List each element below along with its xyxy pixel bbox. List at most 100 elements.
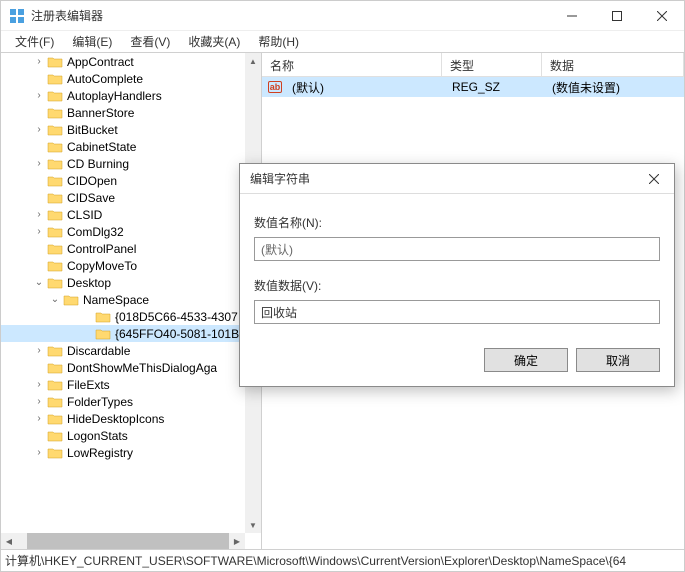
tree-item-label: AppContract bbox=[67, 55, 134, 69]
tree-item[interactable]: ⌄ Desktop bbox=[1, 274, 245, 291]
menu-favorites[interactable]: 收藏夹(A) bbox=[180, 31, 248, 52]
tree-item-label: AutoplayHandlers bbox=[67, 89, 162, 103]
tree-item[interactable]: CIDOpen bbox=[1, 172, 245, 189]
scroll-thumb[interactable] bbox=[27, 533, 229, 549]
tree-item-label: FileExts bbox=[67, 378, 110, 392]
tree-item[interactable]: › CLSID bbox=[1, 206, 245, 223]
tree-item[interactable]: {018D5C66-4533-4307 bbox=[1, 308, 245, 325]
expand-placeholder bbox=[31, 258, 47, 274]
folder-icon bbox=[47, 242, 63, 256]
tree-view[interactable]: ›AppContractAutoComplete›AutoplayHandler… bbox=[1, 53, 245, 533]
scroll-down-icon[interactable]: ▼ bbox=[245, 517, 261, 533]
column-name[interactable]: 名称 bbox=[262, 53, 442, 76]
expand-placeholder bbox=[31, 105, 47, 121]
statusbar: 计算机\HKEY_CURRENT_USER\SOFTWARE\Microsoft… bbox=[1, 549, 684, 571]
scroll-track[interactable] bbox=[17, 533, 229, 549]
scroll-up-icon[interactable]: ▲ bbox=[245, 53, 261, 69]
dialog-close-button[interactable] bbox=[634, 164, 674, 194]
value-data-input[interactable] bbox=[254, 300, 660, 324]
cancel-button[interactable]: 取消 bbox=[576, 348, 660, 372]
close-button[interactable] bbox=[639, 1, 684, 31]
cell-name: (默认) bbox=[284, 79, 444, 96]
expand-placeholder bbox=[31, 71, 47, 87]
tree-item[interactable]: ControlPanel bbox=[1, 240, 245, 257]
folder-icon bbox=[47, 276, 63, 290]
tree-item[interactable]: › FolderTypes bbox=[1, 393, 245, 410]
tree-item[interactable]: ⌄ NameSpace bbox=[1, 291, 245, 308]
chevron-down-icon[interactable]: ⌄ bbox=[47, 292, 63, 308]
tree-item-label: CLSID bbox=[67, 208, 102, 222]
folder-icon bbox=[95, 310, 111, 324]
tree-item[interactable]: › FileExts bbox=[1, 376, 245, 393]
chevron-right-icon[interactable]: › bbox=[31, 445, 47, 461]
tree-item[interactable]: {645FFO40-5081-101B bbox=[1, 325, 245, 342]
folder-icon bbox=[47, 361, 63, 375]
expand-placeholder bbox=[31, 173, 47, 189]
maximize-button[interactable] bbox=[594, 1, 639, 31]
tree-item[interactable]: › AutoplayHandlers bbox=[1, 87, 245, 104]
folder-icon bbox=[63, 293, 79, 307]
folder-icon bbox=[47, 72, 63, 86]
tree-item[interactable]: › HideDesktopIcons bbox=[1, 410, 245, 427]
chevron-right-icon[interactable]: › bbox=[31, 377, 47, 393]
cell-type: REG_SZ bbox=[444, 80, 544, 94]
titlebar: 注册表编辑器 bbox=[1, 1, 684, 31]
tree-item[interactable]: › ComDlg32 bbox=[1, 223, 245, 240]
tree-item-label: NameSpace bbox=[83, 293, 149, 307]
minimize-button[interactable] bbox=[549, 1, 594, 31]
chevron-right-icon[interactable]: › bbox=[31, 394, 47, 410]
tree-item[interactable]: AutoComplete bbox=[1, 70, 245, 87]
chevron-right-icon[interactable]: › bbox=[31, 156, 47, 172]
app-icon bbox=[9, 8, 25, 24]
tree-item-label: ControlPanel bbox=[67, 242, 136, 256]
tree-item[interactable]: DontShowMeThisDialogAga bbox=[1, 359, 245, 376]
folder-icon bbox=[47, 208, 63, 222]
menu-edit[interactable]: 编辑(E) bbox=[64, 31, 120, 52]
folder-icon bbox=[47, 106, 63, 120]
dialog-title: 编辑字符串 bbox=[250, 170, 634, 187]
tree-item-label: LowRegistry bbox=[67, 446, 133, 460]
tree-item[interactable]: ›CD Burning bbox=[1, 155, 245, 172]
window-title: 注册表编辑器 bbox=[31, 7, 549, 24]
tree-item[interactable]: › AppContract bbox=[1, 53, 245, 70]
tree-item[interactable]: ›BitBucket bbox=[1, 121, 245, 138]
chevron-right-icon[interactable]: › bbox=[31, 224, 47, 240]
chevron-right-icon[interactable]: › bbox=[31, 343, 47, 359]
tree-item-label: ComDlg32 bbox=[67, 225, 124, 239]
value-name-input[interactable] bbox=[254, 237, 660, 261]
chevron-right-icon[interactable]: › bbox=[31, 54, 47, 70]
tree-item-label: BannerStore bbox=[67, 106, 134, 120]
folder-icon bbox=[47, 157, 63, 171]
chevron-right-icon[interactable]: › bbox=[31, 88, 47, 104]
tree-item-label: HideDesktopIcons bbox=[67, 412, 164, 426]
menu-help[interactable]: 帮助(H) bbox=[250, 31, 307, 52]
tree-item-label: CIDOpen bbox=[67, 174, 117, 188]
tree-item[interactable]: CIDSave bbox=[1, 189, 245, 206]
tree-item[interactable]: BannerStore bbox=[1, 104, 245, 121]
list-row[interactable]: ab(默认)REG_SZ(数值未设置) bbox=[262, 77, 684, 97]
chevron-right-icon[interactable]: › bbox=[31, 122, 47, 138]
value-name-label: 数值名称(N): bbox=[254, 214, 660, 231]
scroll-left-icon[interactable]: ◀ bbox=[1, 533, 17, 549]
ok-button[interactable]: 确定 bbox=[484, 348, 568, 372]
tree-item-label: {645FFO40-5081-101B bbox=[115, 327, 239, 341]
scroll-right-icon[interactable]: ▶ bbox=[229, 533, 245, 549]
tree-scrollbar-horizontal[interactable]: ◀ ▶ bbox=[1, 533, 245, 549]
tree-item[interactable]: CabinetState bbox=[1, 138, 245, 155]
menu-view[interactable]: 查看(V) bbox=[122, 31, 178, 52]
list-body[interactable]: ab(默认)REG_SZ(数值未设置) bbox=[262, 77, 684, 97]
column-data[interactable]: 数据 bbox=[542, 53, 684, 76]
chevron-right-icon[interactable]: › bbox=[31, 207, 47, 223]
tree-item-label: Desktop bbox=[67, 276, 111, 290]
chevron-right-icon[interactable]: › bbox=[31, 411, 47, 427]
menu-file[interactable]: 文件(F) bbox=[7, 31, 62, 52]
tree-item[interactable]: CopyMoveTo bbox=[1, 257, 245, 274]
chevron-down-icon[interactable]: ⌄ bbox=[31, 275, 47, 291]
column-type[interactable]: 类型 bbox=[442, 53, 542, 76]
tree-panel: ›AppContractAutoComplete›AutoplayHandler… bbox=[1, 53, 262, 549]
tree-item[interactable]: LogonStats bbox=[1, 427, 245, 444]
tree-item[interactable]: ›Discardable bbox=[1, 342, 245, 359]
tree-item[interactable]: › LowRegistry bbox=[1, 444, 245, 461]
expand-placeholder bbox=[31, 190, 47, 206]
tree-item-label: FolderTypes bbox=[67, 395, 133, 409]
